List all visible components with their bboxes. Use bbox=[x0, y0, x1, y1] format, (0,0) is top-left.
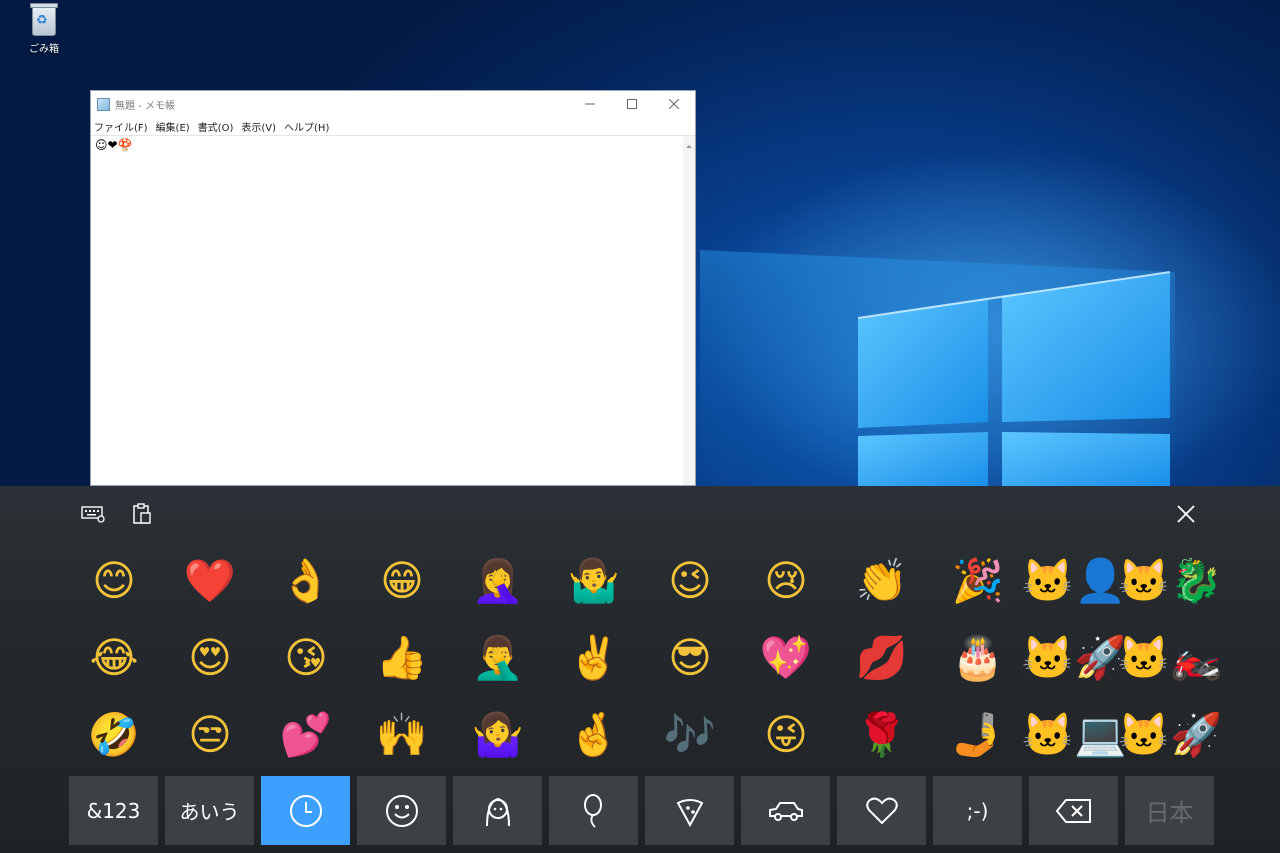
emoji-selfie[interactable]: 🤳 bbox=[930, 696, 1026, 773]
emoji-woman-shrugging[interactable]: 🤷‍♀️ bbox=[450, 696, 546, 773]
menu-view[interactable]: 表示(V) bbox=[241, 119, 276, 134]
keyboard-toolbar bbox=[0, 486, 1280, 542]
emoji-astronaut-cat[interactable]: 🐱‍🚀 bbox=[1118, 696, 1223, 773]
recycle-bin-icon bbox=[30, 3, 58, 36]
emoji-grid: 😊 ❤️ 👌 😁 🤦‍♀️ 🤷‍♂️ 😉 😢 👏 🎉 🐱‍👤 🐱‍🐉 😂 😍 😘… bbox=[66, 542, 1223, 773]
emoji-raising-hands[interactable]: 🙌 bbox=[354, 696, 450, 773]
people-tab[interactable] bbox=[453, 776, 542, 845]
food-tab[interactable] bbox=[645, 776, 734, 845]
close-icon bbox=[669, 99, 679, 109]
notepad-icon bbox=[97, 97, 110, 111]
emoji-victory-hand[interactable]: ✌️ bbox=[546, 619, 642, 696]
language-key[interactable]: 日本 bbox=[1125, 776, 1214, 845]
pizza-icon bbox=[676, 798, 703, 827]
balloon-icon bbox=[583, 793, 602, 828]
vertical-scrollbar[interactable] bbox=[683, 136, 695, 485]
emoji-birthday-cake[interactable]: 🎂 bbox=[930, 619, 1026, 696]
emoji-smiling-face[interactable]: 😊 bbox=[66, 542, 162, 619]
emoji-winking-tongue[interactable]: 😜 bbox=[738, 696, 834, 773]
emoji-heart-eyes[interactable]: 😍 bbox=[162, 619, 258, 696]
emoticon-tab[interactable]: ;-) bbox=[933, 776, 1022, 845]
transport-tab[interactable] bbox=[741, 776, 830, 845]
emoji-rose[interactable]: 🌹 bbox=[834, 696, 930, 773]
hiragana-key[interactable]: あいう bbox=[165, 776, 254, 845]
menu-edit[interactable]: 編集(E) bbox=[156, 119, 190, 134]
minimize-icon bbox=[585, 103, 595, 105]
emoji-sunglasses[interactable]: 😎 bbox=[642, 619, 738, 696]
backspace-icon bbox=[1055, 798, 1091, 823]
emoji-man-facepalming[interactable]: 🤦‍♂️ bbox=[450, 619, 546, 696]
emoji-man-shrugging[interactable]: 🤷‍♂️ bbox=[546, 542, 642, 619]
menu-format[interactable]: 書式(O) bbox=[198, 119, 234, 134]
emoji-crossed-fingers[interactable]: 🤞 bbox=[546, 696, 642, 773]
menu-file[interactable]: ファイル(F) bbox=[94, 119, 148, 134]
heart-icon bbox=[865, 797, 898, 824]
emoji-rolling-laughing[interactable]: 🤣 bbox=[66, 696, 162, 773]
text-area[interactable]: ☺❤🍄 bbox=[91, 135, 695, 485]
keyboard-settings-button[interactable] bbox=[79, 500, 107, 528]
recycle-bin[interactable]: ごみ箱 bbox=[22, 3, 66, 55]
emoji-ok-hand[interactable]: 👌 bbox=[258, 542, 354, 619]
maximize-button[interactable] bbox=[611, 91, 653, 117]
emoji-two-hearts[interactable]: 💕 bbox=[258, 696, 354, 773]
emoji-kiss-mark[interactable]: 💋 bbox=[834, 619, 930, 696]
menu-help[interactable]: ヘルプ(H) bbox=[284, 119, 329, 134]
emoji-red-heart[interactable]: ❤️ bbox=[162, 542, 258, 619]
symbols-key[interactable]: &123 bbox=[69, 776, 158, 845]
close-icon bbox=[1177, 505, 1195, 523]
emoji-clapping-hands[interactable]: 👏 bbox=[834, 542, 930, 619]
emoji-sparkling-heart[interactable]: 💖 bbox=[738, 619, 834, 696]
smiley-icon bbox=[385, 794, 418, 827]
clipboard-icon bbox=[133, 503, 151, 524]
window-title: 無題 - メモ帳 bbox=[115, 100, 175, 112]
category-bar: &123 あいう ;-) 日本 bbox=[69, 776, 1214, 845]
close-button[interactable] bbox=[653, 91, 695, 117]
emoji-musical-notes[interactable]: 🎶 bbox=[642, 696, 738, 773]
emoji-unamused[interactable]: 😒 bbox=[162, 696, 258, 773]
celebration-tab[interactable] bbox=[549, 776, 638, 845]
clipboard-button[interactable] bbox=[128, 500, 156, 528]
clock-icon bbox=[289, 794, 322, 827]
notepad-titlebar[interactable]: 無題 - メモ帳 bbox=[91, 91, 695, 117]
emoji-hacker-cat[interactable]: 🐱‍💻 bbox=[1022, 696, 1127, 773]
smiley-tab[interactable] bbox=[357, 776, 446, 845]
close-keyboard-button[interactable] bbox=[1172, 500, 1200, 528]
emoji-astro-cat[interactable]: 🐱‍🚀 bbox=[1022, 619, 1127, 696]
emoji-thumbs-up[interactable]: 👍 bbox=[354, 619, 450, 696]
emoji-tears-of-joy[interactable]: 😂 bbox=[66, 619, 162, 696]
backspace-key[interactable] bbox=[1029, 776, 1118, 845]
emoji-woman-facepalming[interactable]: 🤦‍♀️ bbox=[450, 542, 546, 619]
emoji-blowing-kiss[interactable]: 😘 bbox=[258, 619, 354, 696]
menu-bar: ファイル(F) 編集(E) 書式(O) 表示(V) ヘルプ(H) bbox=[91, 117, 695, 135]
text-content: ☺❤🍄 bbox=[95, 138, 133, 152]
emoji-winking[interactable]: 😉 bbox=[642, 542, 738, 619]
recycle-bin-label: ごみ箱 bbox=[29, 44, 59, 55]
minimize-button[interactable] bbox=[569, 91, 611, 117]
car-icon bbox=[768, 801, 803, 821]
recent-tab[interactable] bbox=[261, 776, 350, 845]
heart-tab[interactable] bbox=[837, 776, 926, 845]
person-icon bbox=[485, 797, 510, 826]
emoji-crying[interactable]: 😢 bbox=[738, 542, 834, 619]
maximize-icon bbox=[627, 99, 637, 109]
emoji-dino-cat[interactable]: 🐱‍🐉 bbox=[1118, 542, 1223, 619]
emoji-ninja-cat[interactable]: 🐱‍👤 bbox=[1022, 542, 1127, 619]
emoji-party-popper[interactable]: 🎉 bbox=[930, 542, 1026, 619]
keyboard-settings-icon bbox=[81, 506, 105, 523]
emoji-stunt-cat[interactable]: 🐱‍🏍 bbox=[1118, 619, 1223, 696]
emoji-grinning[interactable]: 😁 bbox=[354, 542, 450, 619]
notepad-window[interactable]: 無題 - メモ帳 ファイル(F) 編集(E) 書式(O) 表示(V) ヘルプ(H… bbox=[90, 90, 696, 486]
touch-keyboard-emoji-panel: 😊 ❤️ 👌 😁 🤦‍♀️ 🤷‍♂️ 😉 😢 👏 🎉 🐱‍👤 🐱‍🐉 😂 😍 😘… bbox=[0, 486, 1280, 853]
